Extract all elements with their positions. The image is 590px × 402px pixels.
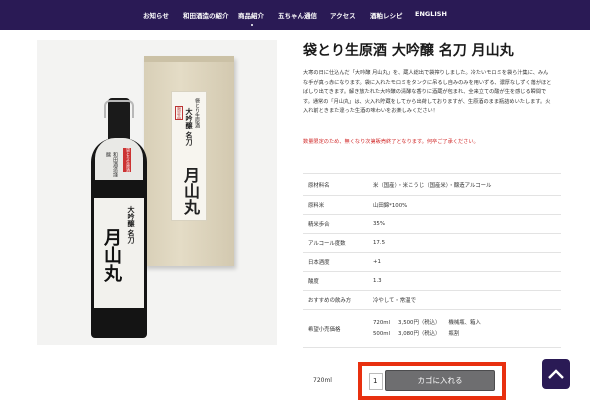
price-line: 500ml 3,080円（税込） 瓶割 (373, 329, 561, 340)
quantity-input[interactable]: 1 (369, 373, 383, 390)
add-to-cart-button[interactable]: カゴに入れる (385, 370, 495, 391)
table-row: 原料米 山田錦*100% (303, 195, 561, 215)
add-to-cart-area: 720ml 1 カゴに入れる (303, 362, 563, 402)
spec-table: 原材料名 米（国産）・米こうじ（国産米）・醸造アルコール 原料米 山田錦*100… (303, 173, 561, 348)
product-photo: 袋とり生原酒 大吟醸 名刀 月山丸 限定品 和田酒造謹醸 袋とり生原酒 大吟醸 … (37, 40, 277, 345)
table-row: 原材料名 米（国産）・米こうじ（国産米）・醸造アルコール (303, 173, 561, 196)
volume-label: 720ml (313, 377, 332, 384)
nav-item-newsletter[interactable]: 五ちゃん通信 (278, 10, 317, 20)
spec-key: 原料米 (303, 195, 368, 215)
price-amount: 3,080円（税込） (398, 330, 441, 337)
table-row: 日本酒度 +1 (303, 252, 561, 272)
price-amount: 3,500円（税込） (398, 319, 441, 326)
spec-value: 山田錦*100% (368, 195, 561, 215)
price-list: 720ml 3,500円（税込） 機械瓶、箱入 500ml 3,080円（税込）… (368, 309, 561, 348)
chevron-up-icon (548, 369, 564, 379)
gift-box: 袋とり生原酒 大吟醸 名刀 月山丸 限定品 (144, 56, 234, 266)
spec-key: アルコール度数 (303, 233, 368, 253)
spec-value: 冷やして・常温で (368, 290, 561, 310)
product-description: 大寒の日に仕込んだ「大吟醸 月山丸」を、蔵人総出で袋搾りしました。冷たいモロミを… (303, 70, 552, 115)
spec-key: おすすめの飲み方 (303, 290, 368, 310)
spec-value: +1 (368, 252, 561, 272)
nav-item-about[interactable]: 和田酒造の紹介 (183, 10, 229, 20)
gift-box-label: 袋とり生原酒 大吟醸 名刀 月山丸 限定品 (171, 91, 207, 221)
table-row: 精米歩合 35% (303, 214, 561, 234)
nav-item-recipes[interactable]: 酒粕レシピ (370, 10, 403, 20)
gift-box-lid (144, 56, 234, 62)
bottle-seal: 袋とり生原酒 (123, 148, 131, 172)
table-row: 希望小売価格 720ml 3,500円（税込） 機械瓶、箱入 500ml 3,0… (303, 309, 561, 348)
nav-item-products[interactable]: 商品紹介 (238, 10, 264, 26)
box-label-big-text: 月山丸 (181, 167, 200, 215)
sake-bottle: 和田酒造謹醸 袋とり生原酒 大吟醸 名刀 月山丸 (89, 98, 149, 338)
spec-value: 米（国産）・米こうじ（国産米）・醸造アルコール (368, 173, 561, 196)
price-note: 機械瓶、箱入 (448, 319, 481, 326)
spec-key: 日本酒度 (303, 252, 368, 272)
table-row: 酸度 1.3 (303, 271, 561, 291)
bottle-label-big-text: 月山丸 (101, 228, 122, 282)
box-label-small-text: 袋とり生原酒 (194, 98, 200, 128)
nav-item-news[interactable]: お知らせ (143, 10, 169, 20)
spec-key: 酸度 (303, 271, 368, 291)
table-row: おすすめの飲み方 冷やして・常温で (303, 290, 561, 310)
back-to-top-button[interactable] (542, 359, 570, 389)
price-size: 500ml (373, 330, 391, 337)
bottle-label-mid-text: 大吟醸 名刀 (127, 206, 136, 244)
product-title: 袋とり生原酒 大吟醸 名刀 月山丸 (303, 43, 514, 59)
spec-key: 精米歩合 (303, 214, 368, 234)
price-size: 720ml (373, 319, 391, 326)
top-navigation: お知らせ 和田酒造の紹介 商品紹介 五ちゃん通信 アクセス 酒粕レシピ ENGL… (0, 0, 590, 30)
nav-item-english[interactable]: ENGLISH (415, 10, 447, 18)
box-label-mid-text: 大吟醸 名刀 (185, 108, 194, 146)
bottle-neck-text: 和田酒造謹醸 (105, 152, 118, 177)
bottle-clasp (104, 100, 134, 118)
bottle-main-label: 大吟醸 名刀 月山丸 (94, 198, 144, 308)
spec-value: 1.3 (368, 271, 561, 291)
spec-value: 17.5 (368, 233, 561, 253)
limited-notice: 数量限定のため、無くなり次第販売終了となります。何卒ご了承ください。 (303, 139, 479, 145)
spec-key: 希望小売価格 (303, 309, 368, 348)
bottle-neck-label: 和田酒造謹醸 袋とり生原酒 (95, 138, 143, 180)
box-label-seal: 限定品 (175, 106, 183, 120)
price-line: 720ml 3,500円（税込） 機械瓶、箱入 (373, 318, 561, 329)
nav-item-access[interactable]: アクセス (330, 10, 356, 20)
spec-key: 原材料名 (303, 173, 368, 196)
spec-value: 35% (368, 214, 561, 234)
price-note: 瓶割 (448, 330, 460, 337)
table-row: アルコール度数 17.5 (303, 233, 561, 253)
